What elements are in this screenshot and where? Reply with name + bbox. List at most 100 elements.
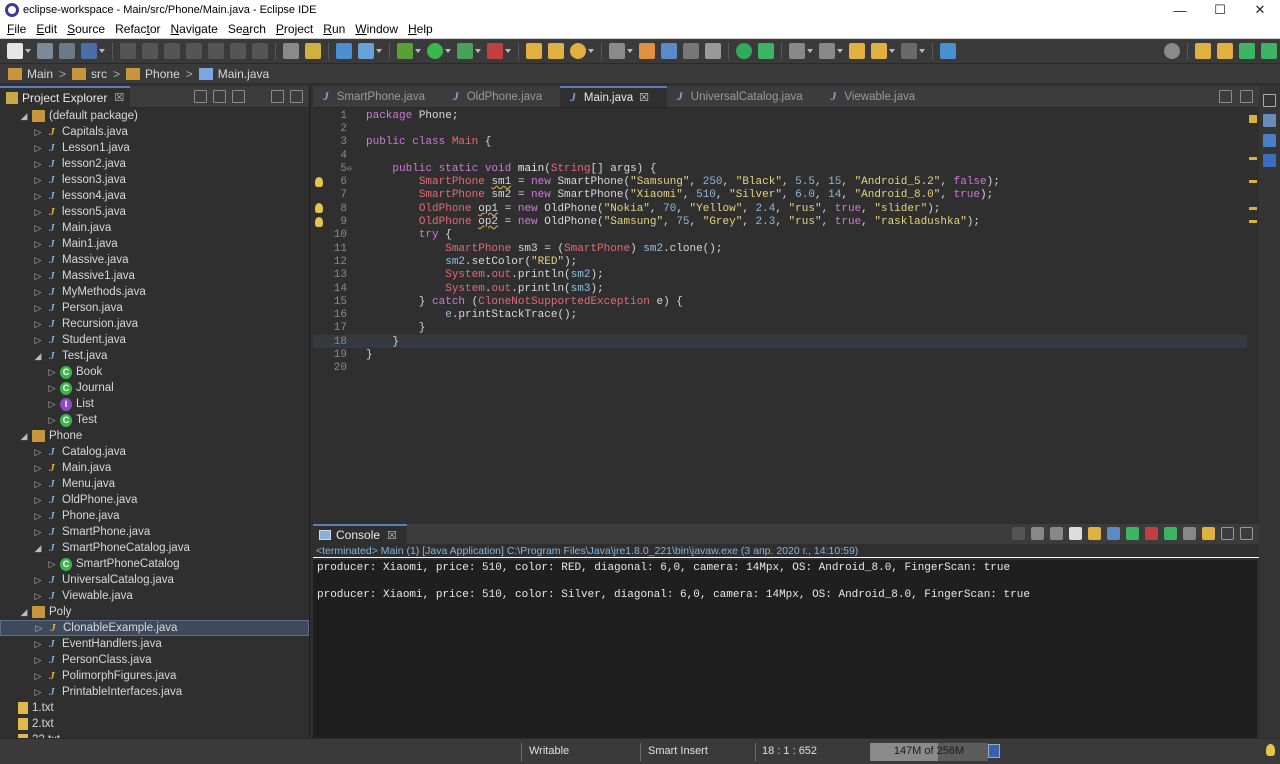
collapsed-arrow-icon[interactable]: ▷ xyxy=(32,671,44,682)
collapsed-arrow-icon[interactable]: ▷ xyxy=(32,575,44,586)
pin-editor-icon[interactable] xyxy=(736,43,752,59)
gutter[interactable] xyxy=(313,322,323,335)
code-line[interactable]: 2 xyxy=(313,122,1259,135)
editor-tab[interactable]: J UniversalCatalog.java xyxy=(667,86,821,107)
menu-item[interactable]: Project xyxy=(271,22,318,36)
collapsed-arrow-icon[interactable]: ▷ xyxy=(46,415,58,426)
breadcrumb-item[interactable]: Main xyxy=(27,67,53,81)
tree-item[interactable]: ▷ I List xyxy=(0,396,309,412)
tree-item[interactable]: ◢ J Test.java xyxy=(0,348,309,364)
filters-icon[interactable] xyxy=(232,90,245,103)
task-list-icon[interactable] xyxy=(1263,134,1276,147)
next-annotation-dropdown-icon[interactable] xyxy=(807,49,813,53)
tree-item[interactable]: ▷ J Phone.java xyxy=(0,508,309,524)
collapsed-arrow-icon[interactable]: ▷ xyxy=(46,559,58,570)
editor-tab[interactable]: J OldPhone.java xyxy=(443,86,560,107)
tip-of-the-day-icon[interactable] xyxy=(1266,744,1275,756)
spellcheck-icon[interactable] xyxy=(758,43,774,59)
gutter[interactable] xyxy=(313,216,323,229)
search-icon[interactable] xyxy=(570,43,586,59)
toggle-breadcrumb-icon[interactable] xyxy=(609,43,625,59)
console-output[interactable]: producer: Xiaomi, price: 510, color: RED… xyxy=(313,560,1257,738)
collapsed-arrow-icon[interactable]: ▷ xyxy=(32,207,44,218)
tree-item[interactable]: ▷ J Capitals.java xyxy=(0,124,309,140)
collapsed-arrow-icon[interactable]: ▷ xyxy=(32,223,44,234)
code-line[interactable]: 17 } xyxy=(313,322,1259,335)
gutter[interactable] xyxy=(313,309,323,322)
code-line[interactable]: 3 public class Main { xyxy=(313,136,1259,149)
gutter[interactable] xyxy=(313,348,323,361)
quick-fix-bulb-icon[interactable] xyxy=(315,176,323,187)
gutter[interactable] xyxy=(313,362,323,375)
gutter[interactable] xyxy=(313,202,323,215)
maximize-editor-icon[interactable] xyxy=(1240,90,1253,103)
tree-item[interactable]: ▷ J PersonClass.java xyxy=(0,652,309,668)
warning-marker[interactable] xyxy=(1249,180,1257,183)
insert-mode-status[interactable]: Smart Insert xyxy=(648,745,708,757)
code-line[interactable]: 15 } catch (CloneNotSupportedException e… xyxy=(313,295,1259,308)
tree-item[interactable]: ▷ J PrintableInterfaces.java xyxy=(0,684,309,700)
search-dropdown-icon[interactable] xyxy=(588,49,594,53)
forward-dropdown-icon[interactable] xyxy=(919,49,925,53)
warning-marker[interactable] xyxy=(1249,220,1257,223)
gutter[interactable] xyxy=(313,295,323,308)
menu-item[interactable]: Source xyxy=(62,22,110,36)
pin-view-icon[interactable] xyxy=(940,43,956,59)
gutter[interactable] xyxy=(313,122,323,135)
tree-item[interactable]: ◢ J SmartPhoneCatalog.java xyxy=(0,540,309,556)
link-with-editor-icon[interactable] xyxy=(213,90,226,103)
expanded-arrow-icon[interactable]: ◢ xyxy=(32,543,44,554)
gutter[interactable] xyxy=(313,255,323,268)
back-icon[interactable] xyxy=(871,43,887,59)
view-menu-icon[interactable] xyxy=(251,90,265,103)
minimize-editor-icon[interactable] xyxy=(1219,90,1232,103)
tree-item[interactable]: ▷ Jlesson4.java xyxy=(0,188,309,204)
run-icon[interactable] xyxy=(427,43,443,59)
collapsed-arrow-icon[interactable]: ▷ xyxy=(46,383,58,394)
pin-console-icon[interactable] xyxy=(1164,527,1177,540)
code-line[interactable]: 5 ⊖ public static void main(String[] args… xyxy=(313,162,1259,175)
code-line[interactable]: 19} xyxy=(313,348,1259,361)
collapsed-arrow-icon[interactable]: ▷ xyxy=(32,655,44,666)
collapsed-arrow-icon[interactable]: ▷ xyxy=(32,591,44,602)
quick-fix-bulb-icon[interactable] xyxy=(315,216,323,227)
tab-console[interactable]: Console ☒ xyxy=(313,524,407,544)
tree-item[interactable]: ▷ J PolimorphFigures.java xyxy=(0,668,309,684)
terminate-icon[interactable] xyxy=(186,43,202,59)
collapsed-arrow-icon[interactable]: ▷ xyxy=(32,463,44,474)
tree-item[interactable]: ▷ Jlesson3.java xyxy=(0,172,309,188)
save-icon[interactable] xyxy=(37,43,53,59)
word-wrap-icon[interactable] xyxy=(661,43,677,59)
garbage-collect-icon[interactable] xyxy=(988,744,1000,758)
gutter[interactable] xyxy=(313,109,323,122)
tree-item[interactable]: 1.txt xyxy=(0,700,309,716)
java-perspective-icon[interactable] xyxy=(1217,43,1233,59)
tree-item[interactable]: ▷ J UniversalCatalog.java xyxy=(0,572,309,588)
tab-project-explorer[interactable]: Project Explorer ☒ xyxy=(0,85,131,108)
code-line[interactable]: 6 SmartPhone sm1 = new SmartPhone("Samsu… xyxy=(313,175,1259,188)
tree-item[interactable]: ▷ J ClonableExample.java xyxy=(0,620,309,636)
toggle-mark-icon[interactable] xyxy=(336,43,352,59)
gutter[interactable] xyxy=(313,176,323,189)
breadcrumb-dropdown-icon[interactable] xyxy=(627,49,633,53)
show-on-stderr-icon[interactable] xyxy=(1145,527,1158,540)
tree-item[interactable]: ◢ (default package) xyxy=(0,108,309,124)
editor-tab[interactable]: J SmartPhone.java xyxy=(313,86,443,107)
disconnect-icon[interactable] xyxy=(208,43,224,59)
code-line[interactable]: 9 OldPhone op2 = new OldPhone("Samsung",… xyxy=(313,215,1259,228)
menu-item[interactable]: Navigate xyxy=(165,22,222,36)
forward-icon[interactable] xyxy=(901,43,917,59)
tree-item[interactable]: ▷ J SmartPhone.java xyxy=(0,524,309,540)
tree-item[interactable]: ▷ J Main.java xyxy=(0,220,309,236)
step-into-icon[interactable] xyxy=(230,43,246,59)
tree-item[interactable]: ▷ J Main.java xyxy=(0,460,309,476)
back-dropdown-icon[interactable] xyxy=(889,49,895,53)
collapsed-arrow-icon[interactable]: ▷ xyxy=(46,399,58,410)
fold-icon[interactable]: ⊖ xyxy=(347,164,355,174)
collapsed-arrow-icon[interactable]: ▷ xyxy=(32,527,44,538)
external-tools-icon[interactable] xyxy=(487,43,503,59)
quick-fix-bulb-icon[interactable] xyxy=(315,203,323,214)
tree-item[interactable]: ▷ J Menu.java xyxy=(0,476,309,492)
tree-item[interactable]: 2.txt xyxy=(0,716,309,732)
close-icon[interactable]: ☒ xyxy=(387,529,397,542)
